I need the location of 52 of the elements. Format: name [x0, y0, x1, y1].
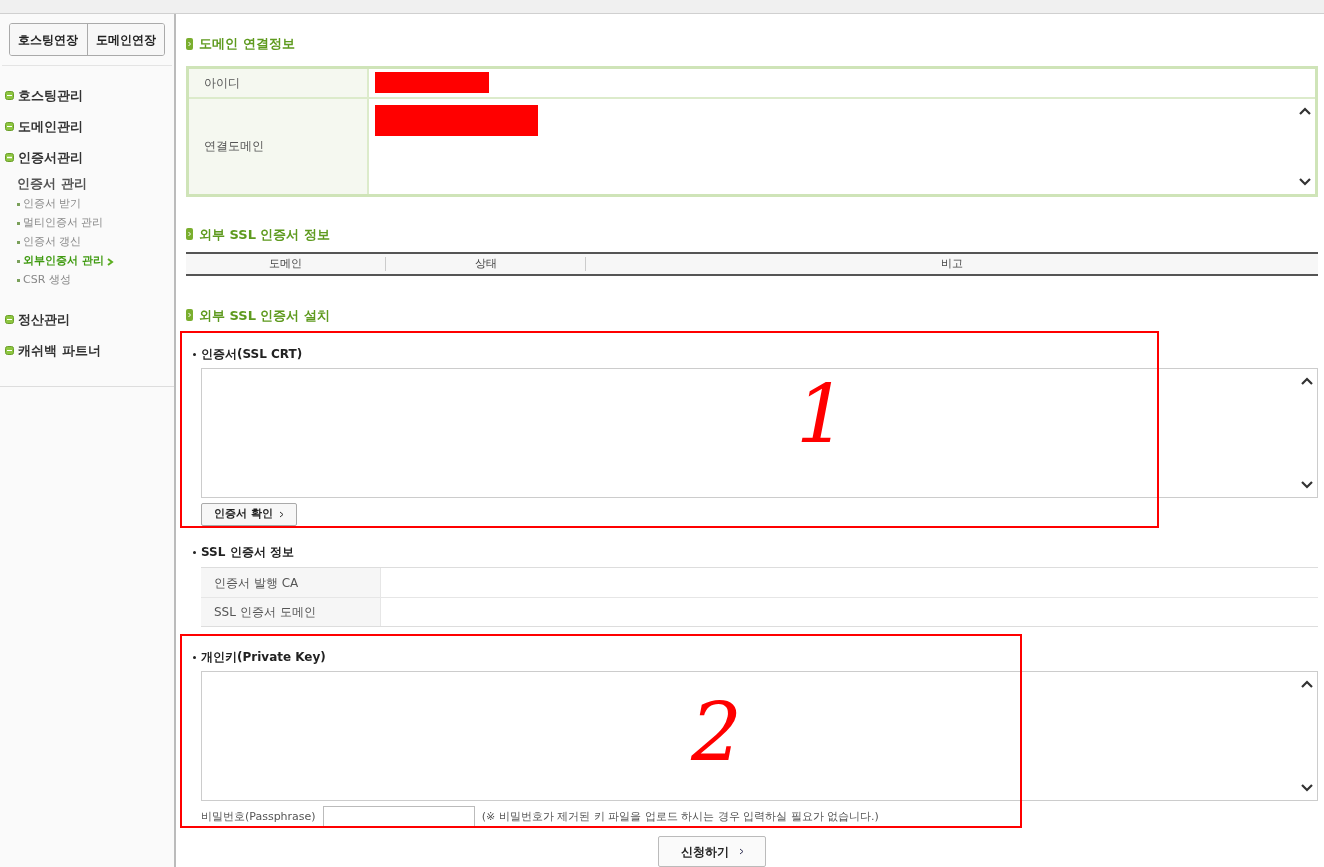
scroll-up-icon[interactable]	[1299, 106, 1311, 115]
row-label: 연결도메인	[204, 138, 264, 155]
sidebar-menu-item[interactable]: 도메인관리	[0, 111, 174, 142]
section-heading: 도메인 연결정보	[199, 35, 295, 53]
bullet-icon	[193, 655, 196, 659]
column-header: 상태	[474, 255, 497, 272]
section-heading: 외부 SSL 인증서 설치	[199, 306, 330, 325]
row-label: 아이디	[204, 74, 240, 92]
field-label: 개인키(Private Key)	[201, 649, 326, 666]
field-label: 인증서(SSL CRT)	[201, 346, 303, 363]
minus-square-icon	[5, 315, 14, 324]
verify-button[interactable]: 인증서 확인	[201, 503, 297, 526]
sidebar-menu-item[interactable]: 인증서관리	[0, 142, 174, 173]
passphrase-field[interactable]	[322, 806, 475, 828]
bullet-icon	[193, 550, 196, 554]
submenu-title: 인증서 관리	[17, 175, 88, 193]
scroll-up-icon[interactable]	[1301, 377, 1313, 385]
chevron-right-icon	[738, 848, 744, 855]
submenu-item[interactable]: 인증서 갱신	[17, 233, 174, 252]
sidebar-button[interactable]: 도메인연장	[86, 24, 164, 55]
handwritten-digit: 1	[796, 375, 847, 455]
sidebar-menu-item[interactable]: 호스팅관리	[0, 80, 174, 111]
scroll-down-icon[interactable]	[1299, 177, 1311, 186]
scroll-down-icon[interactable]	[1301, 481, 1313, 489]
handwritten-digit: 2	[691, 693, 742, 773]
submenu-item[interactable]: 외부인증서 관리	[17, 252, 174, 271]
field-label: SSL 인증서 정보	[201, 544, 294, 561]
sidebar-menu-item[interactable]: 캐쉬백 파트너	[0, 335, 174, 366]
column-header: 비고	[941, 255, 963, 272]
submenu-item[interactable]: CSR 생성	[17, 271, 174, 290]
minus-square-icon	[5, 122, 14, 131]
chevron-right-icon	[278, 511, 284, 518]
sidebar-menu-item[interactable]: 정산관리	[0, 304, 174, 335]
note-text: (※ 비밀번호가 제거된 키 파일을 업로드 하시는 경우 입력하실 필요가 없습니다.)	[481, 808, 879, 825]
minus-square-icon	[5, 153, 14, 162]
section-marker-icon	[186, 228, 193, 241]
section-marker-icon	[186, 309, 193, 322]
column-header: 도메인	[269, 255, 302, 272]
section-marker-icon	[186, 37, 193, 50]
scroll-down-icon[interactable]	[1301, 784, 1313, 792]
section-heading: 외부 SSL 인증서 정보	[199, 225, 330, 244]
minus-square-icon	[5, 346, 14, 355]
submit-button[interactable]: 신청하기	[658, 836, 766, 867]
chevron-right-icon	[106, 257, 114, 266]
row-label: SSL 인증서 도메인	[214, 604, 316, 621]
field-label: 비밀번호(Passphrase)	[201, 808, 316, 825]
scroll-up-icon[interactable]	[1301, 680, 1313, 688]
submenu-item[interactable]: 멀티인증서 관리	[17, 214, 174, 233]
minus-square-icon	[5, 91, 14, 100]
row-label: 인증서 발행 CA	[214, 574, 299, 592]
submenu-item[interactable]: 인증서 받기	[17, 195, 174, 214]
bullet-icon	[193, 352, 196, 356]
